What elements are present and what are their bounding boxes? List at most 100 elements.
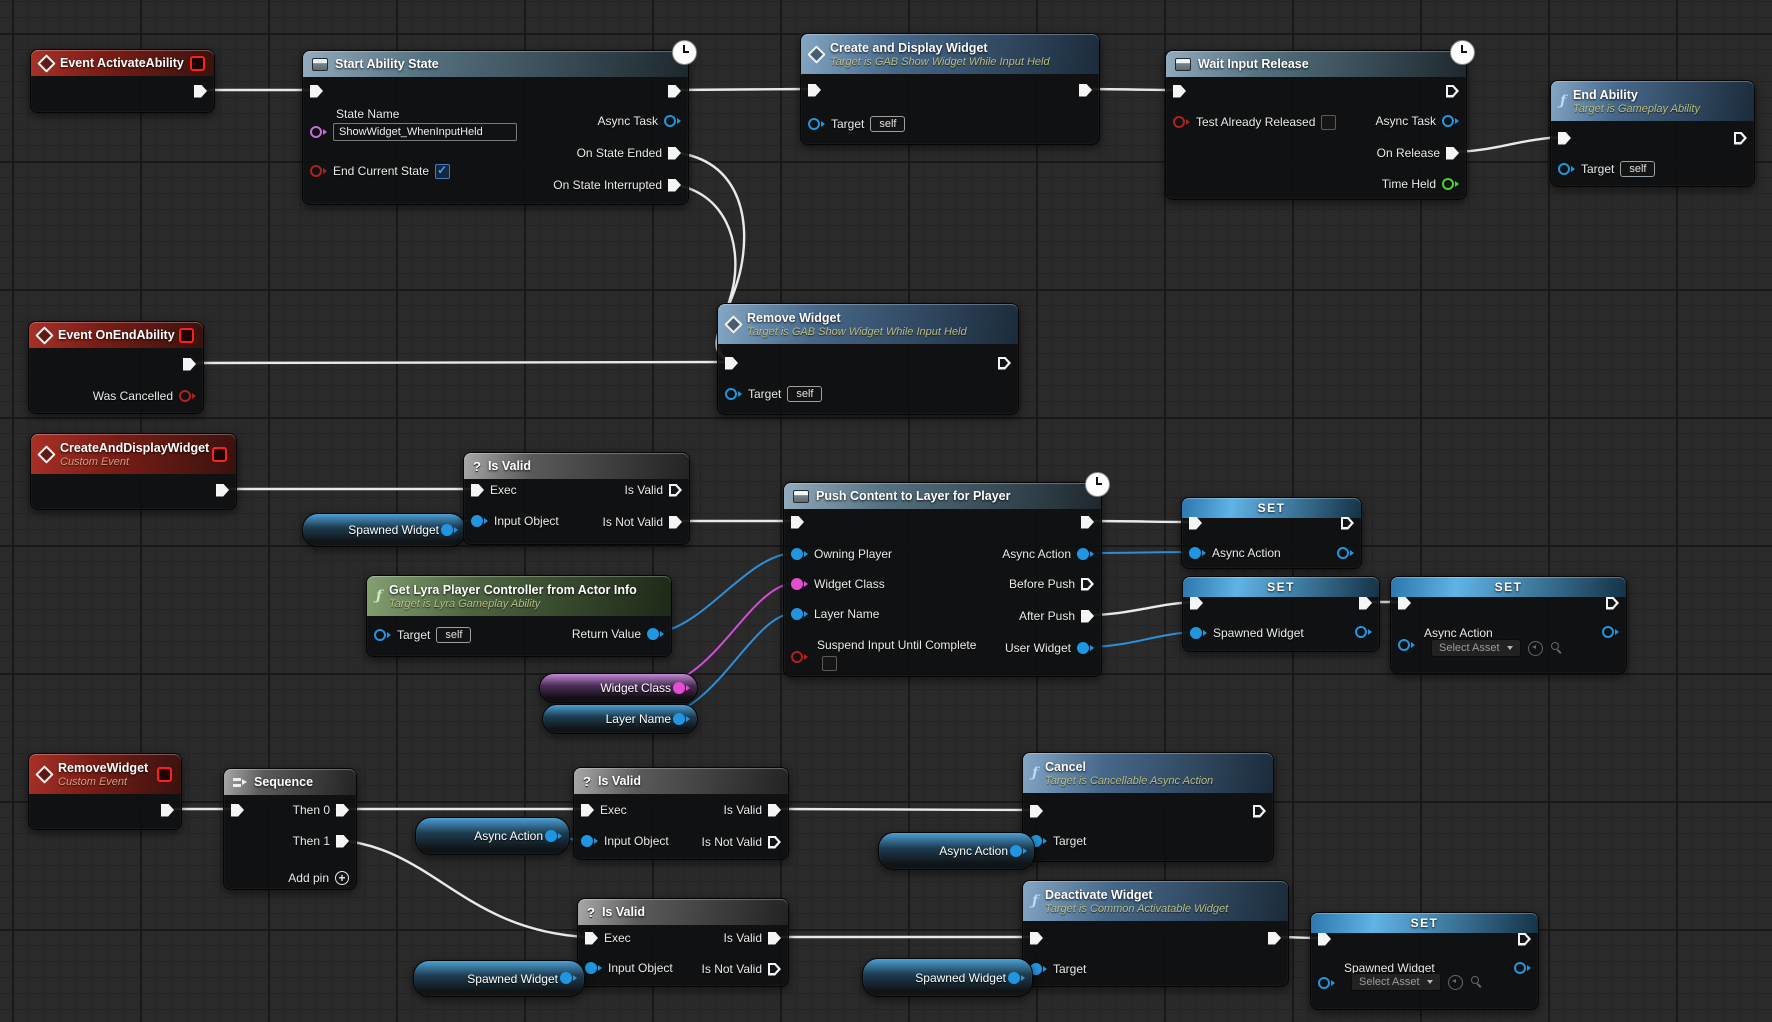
deactivate-widget[interactable]: ƒDeactivate WidgetTarget is Common Activ… bbox=[1022, 880, 1289, 987]
exec-pin[interactable] bbox=[1606, 597, 1619, 610]
exec-pin[interactable] bbox=[1173, 85, 1186, 98]
exec-pin[interactable] bbox=[1079, 84, 1092, 97]
value-box[interactable]: self bbox=[436, 627, 471, 643]
push-content-to-layer-for-player[interactable]: Push Content to Layer for PlayerOwning P… bbox=[783, 482, 1102, 677]
exec-pin[interactable] bbox=[1446, 147, 1459, 160]
data-pin[interactable] bbox=[673, 713, 685, 725]
data-pin[interactable] bbox=[791, 578, 803, 590]
exec-pin[interactable] bbox=[668, 179, 681, 192]
blueprint-graph-canvas[interactable]: Event ActivateAbilityStart Ability State… bbox=[0, 0, 1772, 1022]
data-pin[interactable] bbox=[1010, 845, 1022, 857]
data-pin[interactable] bbox=[1442, 115, 1454, 127]
data-pin[interactable] bbox=[374, 629, 386, 641]
spawned-widget-pill-3[interactable]: Spawned Widget bbox=[862, 958, 1033, 997]
state-name-input[interactable] bbox=[333, 123, 517, 141]
set-spawned-widget-2[interactable]: SETSpawned WidgetSelect Asset bbox=[1310, 912, 1539, 1010]
data-pin[interactable] bbox=[1514, 962, 1526, 974]
event-activate-ability[interactable]: Event ActivateAbility bbox=[30, 49, 215, 113]
data-pin[interactable] bbox=[791, 651, 803, 663]
checkbox[interactable] bbox=[822, 656, 837, 671]
exec-pin[interactable] bbox=[1359, 597, 1372, 610]
data-pin[interactable] bbox=[1173, 116, 1185, 128]
value-box[interactable]: self bbox=[870, 116, 905, 132]
exec-pin[interactable] bbox=[998, 357, 1011, 370]
exec-pin[interactable] bbox=[1190, 597, 1203, 610]
exec-pin[interactable] bbox=[725, 357, 738, 370]
cancel[interactable]: ƒCancelTarget is Cancellable Async Actio… bbox=[1022, 752, 1274, 862]
exec-pin[interactable] bbox=[1734, 132, 1747, 145]
browse-asset-icon[interactable] bbox=[1550, 641, 1565, 656]
exec-pin[interactable] bbox=[183, 358, 196, 371]
exec-pin[interactable] bbox=[1341, 517, 1354, 530]
data-pin[interactable] bbox=[560, 972, 572, 984]
create-and-display-widget-call[interactable]: Create and Display WidgetTarget is GAB S… bbox=[800, 33, 1100, 145]
data-pin[interactable] bbox=[585, 962, 597, 974]
data-pin[interactable] bbox=[310, 126, 322, 138]
exec-pin[interactable] bbox=[1253, 805, 1266, 818]
get-lyra-player-controller-from-actor-info[interactable]: ƒGet Lyra Player Controller from Actor I… bbox=[366, 575, 672, 657]
exec-pin[interactable] bbox=[336, 804, 349, 817]
exec-pin[interactable] bbox=[1446, 85, 1459, 98]
data-pin[interactable] bbox=[1558, 163, 1570, 175]
data-pin[interactable] bbox=[1442, 178, 1454, 190]
browse-asset-icon[interactable] bbox=[1470, 975, 1485, 990]
data-pin[interactable] bbox=[1398, 639, 1410, 651]
exec-pin[interactable] bbox=[668, 147, 681, 160]
data-pin[interactable] bbox=[441, 524, 453, 536]
exec-pin[interactable] bbox=[216, 484, 229, 497]
data-pin[interactable] bbox=[647, 628, 659, 640]
is-valid-1[interactable]: ?Is ValidExecInput ObjectIs ValidIs Not … bbox=[463, 452, 690, 545]
data-pin[interactable] bbox=[581, 835, 593, 847]
data-pin[interactable] bbox=[310, 165, 322, 177]
exec-pin[interactable] bbox=[1081, 516, 1094, 529]
data-pin[interactable] bbox=[664, 115, 676, 127]
exec-pin[interactable] bbox=[161, 804, 174, 817]
spawned-widget-pill-1[interactable]: Spawned Widget bbox=[302, 513, 466, 547]
exec-pin[interactable] bbox=[585, 932, 598, 945]
remove-widget-event[interactable]: RemoveWidgetCustom Event bbox=[28, 753, 182, 830]
exec-pin[interactable] bbox=[1030, 932, 1043, 945]
exec-pin[interactable] bbox=[768, 836, 781, 849]
exec-pin[interactable] bbox=[1081, 610, 1094, 623]
data-pin[interactable] bbox=[1008, 972, 1020, 984]
exec-pin[interactable] bbox=[1318, 933, 1331, 946]
exec-pin[interactable] bbox=[581, 804, 594, 817]
data-pin[interactable] bbox=[791, 548, 803, 560]
set-async-action-1[interactable]: SETAsync Action bbox=[1181, 497, 1362, 569]
set-async-action-2[interactable]: SETAsync ActionSelect Asset bbox=[1390, 576, 1627, 674]
exec-pin[interactable] bbox=[1081, 578, 1094, 591]
data-pin[interactable] bbox=[179, 390, 191, 402]
data-pin[interactable] bbox=[545, 830, 557, 842]
exec-pin[interactable] bbox=[310, 85, 323, 98]
widget-class-pill[interactable]: Widget Class bbox=[539, 673, 698, 703]
exec-pin[interactable] bbox=[471, 484, 484, 497]
sequence[interactable]: SequenceThen 0Then 1Add pin+ bbox=[223, 768, 357, 890]
use-selected-icon[interactable] bbox=[1528, 641, 1543, 656]
exec-pin[interactable] bbox=[791, 516, 804, 529]
add-pin-icon[interactable]: + bbox=[335, 871, 349, 885]
value-box[interactable]: self bbox=[1620, 161, 1655, 177]
exec-pin[interactable] bbox=[768, 963, 781, 976]
create-and-display-widget-event[interactable]: CreateAndDisplayWidgetCustom Event bbox=[30, 433, 237, 510]
exec-pin[interactable] bbox=[669, 484, 682, 497]
checkbox[interactable] bbox=[1321, 115, 1336, 130]
exec-pin[interactable] bbox=[668, 85, 681, 98]
exec-pin[interactable] bbox=[1398, 597, 1411, 610]
spawned-widget-pill-2[interactable]: Spawned Widget bbox=[413, 960, 585, 997]
select-asset-dropdown[interactable]: Select Asset bbox=[1351, 973, 1441, 991]
async-action-pill-2[interactable]: Async Action bbox=[878, 832, 1035, 870]
end-ability[interactable]: ƒEnd AbilityTarget is Gameplay AbilityTa… bbox=[1550, 80, 1755, 187]
exec-pin[interactable] bbox=[1189, 517, 1202, 530]
set-spawned-widget-1[interactable]: SETSpawned Widget bbox=[1182, 576, 1380, 652]
exec-pin[interactable] bbox=[1518, 933, 1531, 946]
exec-pin[interactable] bbox=[768, 804, 781, 817]
exec-pin[interactable] bbox=[1268, 932, 1281, 945]
data-pin[interactable] bbox=[1318, 977, 1330, 989]
exec-pin[interactable] bbox=[768, 932, 781, 945]
layer-name-pill[interactable]: Layer Name bbox=[542, 704, 698, 734]
async-action-pill-1[interactable]: Async Action bbox=[415, 817, 570, 855]
data-pin[interactable] bbox=[1355, 626, 1367, 638]
data-pin[interactable] bbox=[791, 608, 803, 620]
exec-pin[interactable] bbox=[1030, 805, 1043, 818]
data-pin[interactable] bbox=[1602, 626, 1614, 638]
